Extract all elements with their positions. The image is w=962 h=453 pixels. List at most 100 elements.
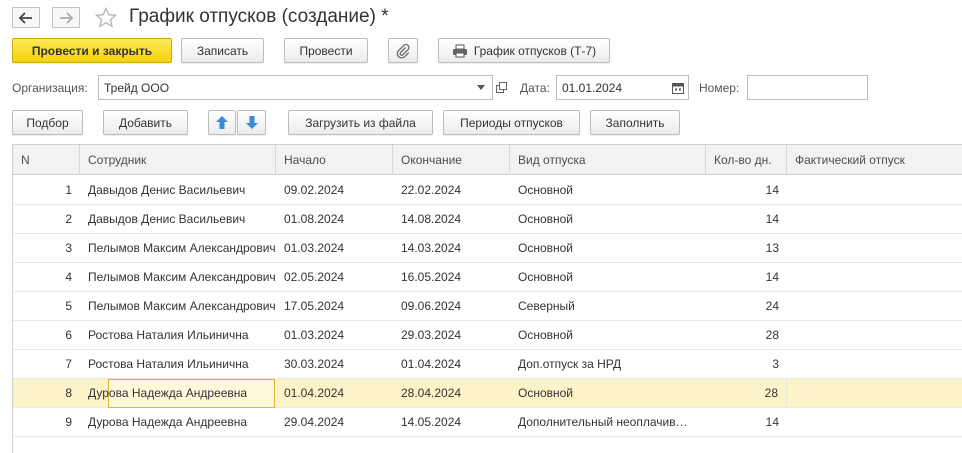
- cell-start[interactable]: 01.08.2024: [276, 205, 393, 234]
- cell-actual-vacation[interactable]: [787, 379, 962, 408]
- cell-n[interactable]: 4: [13, 263, 80, 292]
- cell-vacation-type[interactable]: Доп.отпуск за НРД: [510, 350, 691, 379]
- cell-n[interactable]: 2: [13, 205, 80, 234]
- cell-employee[interactable]: Пелымов Максим Александрович: [80, 263, 276, 292]
- table-row[interactable]: 3 Пелымов Максим Александрович 01.03.2024 1…: [13, 234, 962, 263]
- column-header-employee[interactable]: Сотрудник: [80, 145, 276, 175]
- cell-employee[interactable]: Ростова Наталия Ильинична: [80, 350, 276, 379]
- cell-end[interactable]: 22.02.2024: [393, 176, 510, 205]
- post-button[interactable]: Провести: [284, 38, 368, 63]
- vacation-schedule-table[interactable]: N Сотрудник Начало Окончание Вид отпуска…: [12, 144, 962, 453]
- table-row[interactable]: 5 Пелымов Максим Александрович 17.05.2024 0…: [13, 292, 962, 321]
- cell-end[interactable]: 29.03.2024: [393, 321, 510, 350]
- cell-start[interactable]: 01.03.2024: [276, 234, 393, 263]
- cell-days[interactable]: 14: [706, 408, 787, 437]
- column-header-days[interactable]: Кол-во дн.: [706, 145, 787, 175]
- cell-actual-vacation[interactable]: [787, 292, 962, 321]
- cell-vacation-type[interactable]: Основной: [510, 321, 691, 350]
- cell-days[interactable]: 3: [706, 350, 787, 379]
- cell-end[interactable]: 16.05.2024: [393, 263, 510, 292]
- add-button[interactable]: Добавить: [103, 110, 188, 135]
- vacation-periods-button[interactable]: Периоды отпусков: [443, 110, 580, 135]
- column-header-n[interactable]: N: [13, 145, 80, 175]
- cell-start[interactable]: 30.03.2024: [276, 350, 393, 379]
- cell-n[interactable]: 1: [13, 176, 80, 205]
- cell-days[interactable]: 14: [706, 205, 787, 234]
- cell-days[interactable]: 14: [706, 176, 787, 205]
- cell-days[interactable]: 24: [706, 292, 787, 321]
- move-up-button[interactable]: [208, 110, 236, 135]
- table-row[interactable]: 8 Дурова Надежда Андреевна 01.04.2024 28.04…: [13, 379, 962, 408]
- column-header-vacation-type[interactable]: Вид отпуска: [510, 145, 706, 175]
- cell-employee[interactable]: Дурова Надежда Андреевна: [80, 379, 276, 408]
- cell-start[interactable]: 01.03.2024: [276, 321, 393, 350]
- cell-actual-vacation[interactable]: [787, 408, 962, 437]
- cell-employee[interactable]: Дурова Надежда Андреевна: [80, 408, 276, 437]
- table-row[interactable]: 6 Ростова Наталия Ильинична 01.03.2024 29.0…: [13, 321, 962, 350]
- pick-button[interactable]: Подбор: [12, 110, 83, 135]
- cell-vacation-type[interactable]: Основной: [510, 234, 691, 263]
- cell-employee[interactable]: Пелымов Максим Александрович: [80, 292, 276, 321]
- attach-button[interactable]: [388, 38, 418, 63]
- cell-end[interactable]: 09.06.2024: [393, 292, 510, 321]
- back-button[interactable]: [12, 7, 40, 28]
- cell-start[interactable]: 29.04.2024: [276, 408, 393, 437]
- cell-actual-vacation[interactable]: [787, 176, 962, 205]
- cell-vacation-type[interactable]: Основной: [510, 379, 691, 408]
- cell-actual-vacation[interactable]: [787, 263, 962, 292]
- save-button[interactable]: Записать: [181, 38, 264, 63]
- column-header-end[interactable]: Окончание: [393, 145, 510, 175]
- cell-end[interactable]: 28.04.2024: [393, 379, 510, 408]
- cell-vacation-type[interactable]: Северный: [510, 292, 691, 321]
- cell-vacation-type[interactable]: Основной: [510, 205, 691, 234]
- cell-actual-vacation[interactable]: [787, 321, 962, 350]
- move-down-button[interactable]: [237, 110, 266, 135]
- organization-field[interactable]: Трейд ООО: [98, 75, 493, 100]
- table-row[interactable]: 4 Пелымов Максим Александрович 02.05.2024 1…: [13, 263, 962, 292]
- post-and-close-button[interactable]: Провести и закрыть: [12, 38, 172, 63]
- table-row[interactable]: 2 Давыдов Денис Васильевич 01.08.2024 14.08…: [13, 205, 962, 234]
- fill-button[interactable]: Заполнить: [590, 110, 680, 135]
- cell-start[interactable]: 09.02.2024: [276, 176, 393, 205]
- cell-n[interactable]: 7: [13, 350, 80, 379]
- cell-vacation-type[interactable]: Основной: [510, 176, 691, 205]
- cell-vacation-type[interactable]: Основной: [510, 263, 691, 292]
- table-row[interactable]: 9 Дурова Надежда Андреевна 29.04.2024 14.05…: [13, 408, 962, 437]
- cell-n[interactable]: 3: [13, 234, 80, 263]
- cell-end[interactable]: 14.03.2024: [393, 234, 510, 263]
- cell-n[interactable]: 6: [13, 321, 80, 350]
- cell-end[interactable]: 14.08.2024: [393, 205, 510, 234]
- cell-actual-vacation[interactable]: [787, 234, 962, 263]
- organization-dropdown-button[interactable]: [470, 75, 492, 100]
- forward-button[interactable]: [52, 7, 80, 28]
- cell-employee[interactable]: Ростова Наталия Ильинична: [80, 321, 276, 350]
- load-from-file-button[interactable]: Загрузить из файла: [288, 110, 433, 135]
- print-t7-button[interactable]: График отпусков (Т-7): [438, 38, 610, 63]
- cell-days[interactable]: 28: [706, 321, 787, 350]
- cell-employee[interactable]: Давыдов Денис Васильевич: [80, 205, 276, 234]
- cell-n[interactable]: 8: [13, 379, 80, 408]
- organization-open-button[interactable]: [493, 75, 509, 100]
- cell-end[interactable]: 14.05.2024: [393, 408, 510, 437]
- favorite-star-button[interactable]: [94, 6, 118, 30]
- cell-vacation-type[interactable]: Дополнительный неоплачиваемый: [510, 408, 691, 437]
- number-field[interactable]: [747, 75, 868, 100]
- column-header-start[interactable]: Начало: [276, 145, 393, 175]
- table-row[interactable]: 1 Давыдов Денис Васильевич 09.02.2024 22.02…: [13, 176, 962, 205]
- column-header-actual-vacation[interactable]: Фактический отпуск: [787, 145, 962, 175]
- calendar-button[interactable]: [668, 75, 688, 100]
- cell-n[interactable]: 5: [13, 292, 80, 321]
- cell-days[interactable]: 14: [706, 263, 787, 292]
- cell-end[interactable]: 01.04.2024: [393, 350, 510, 379]
- cell-actual-vacation[interactable]: [787, 350, 962, 379]
- cell-days[interactable]: 28: [706, 379, 787, 408]
- table-row[interactable]: 7 Ростова Наталия Ильинична 30.03.2024 01.0…: [13, 350, 962, 379]
- cell-employee[interactable]: Пелымов Максим Александрович: [80, 234, 276, 263]
- cell-actual-vacation[interactable]: [787, 205, 962, 234]
- cell-start[interactable]: 17.05.2024: [276, 292, 393, 321]
- cell-employee[interactable]: Давыдов Денис Васильевич: [80, 176, 276, 205]
- cell-days[interactable]: 13: [706, 234, 787, 263]
- cell-start[interactable]: 02.05.2024: [276, 263, 393, 292]
- cell-n[interactable]: 9: [13, 408, 80, 437]
- cell-start[interactable]: 01.04.2024: [276, 379, 393, 408]
